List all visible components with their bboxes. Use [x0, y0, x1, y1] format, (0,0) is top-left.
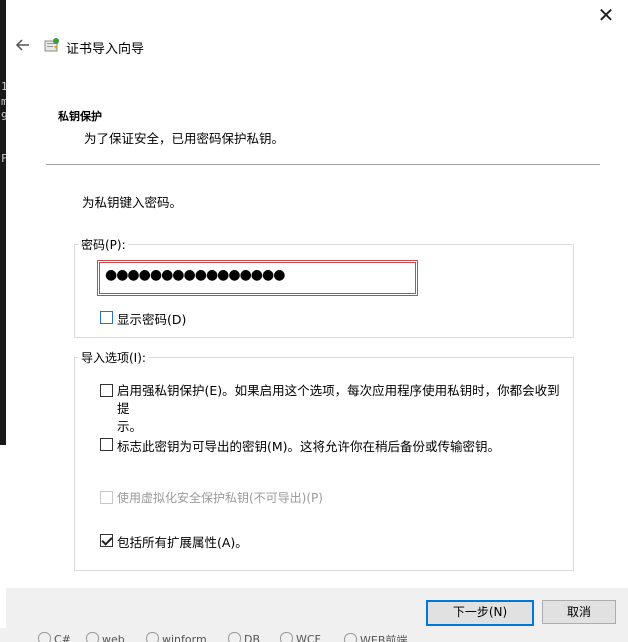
cancel-button[interactable]: 取消	[542, 600, 616, 624]
checkbox-label: 显示密码(D)	[117, 312, 187, 327]
background-options-bar: C# web winform DB WCF WEB前端	[0, 628, 628, 642]
next-button[interactable]: 下一步(N)	[426, 600, 534, 626]
background-option: C#	[38, 632, 71, 642]
strong-key-protection-checkbox[interactable]: 启用强私钥保护(E)。如果启用这个选项，每次应用程序使用私钥时，你都会收到提 示…	[100, 382, 570, 436]
certificate-icon	[43, 37, 61, 53]
password-prompt: 为私钥键入密码。	[82, 195, 183, 210]
checkbox-box[interactable]	[100, 384, 113, 397]
virtualization-security-checkbox: 使用虚拟化安全保护私钥(不可导出)(P)	[100, 489, 323, 506]
password-value: ●●●●●●●●●●●●●●●●	[105, 267, 285, 283]
checkbox-label: 包括所有扩展属性(A)。	[117, 535, 248, 550]
header-divider	[46, 164, 600, 165]
wizard-title: 证书导入向导	[66, 42, 145, 57]
show-password-checkbox[interactable]: 显示密码(D)	[100, 309, 186, 328]
certificate-import-wizard: ✕ 证书导入向导 私钥保护 为了保证安全，已用密码保护私钥。 为私钥键入密码。 …	[6, 0, 628, 628]
close-icon[interactable]: ✕	[596, 5, 616, 26]
password-input[interactable]: ●●●●●●●●●●●●●●●●	[97, 260, 418, 296]
checkbox-box[interactable]	[100, 534, 113, 547]
checkbox-box[interactable]	[100, 438, 113, 451]
checkbox-label-line: 启用强私钥保护(E)。如果启用这个选项，每次应用程序使用私钥时，你都会收到提	[117, 383, 560, 416]
checkbox-box[interactable]	[100, 311, 113, 324]
checkbox-box	[100, 491, 113, 504]
background-option: WEB前端	[344, 632, 407, 642]
back-arrow-icon[interactable]	[14, 36, 32, 54]
checkbox-label: 标志此密钥为可导出的密钥(M)。这将允许你在稍后备份或传输密钥。	[117, 439, 501, 454]
password-group-label: 密码(P):	[79, 236, 128, 253]
background-option: WCF	[280, 632, 321, 642]
wizard-footer	[6, 588, 628, 628]
checkbox-label: 启用强私钥保护(E)。如果启用这个选项，每次应用程序使用私钥时，你都会收到提 示…	[117, 382, 570, 436]
checkbox-label-line: 示。	[117, 419, 143, 434]
import-options-group-label: 导入选项(I):	[79, 349, 148, 366]
section-description: 为了保证安全，已用密码保护私钥。	[84, 131, 285, 146]
checkbox-label: 使用虚拟化安全保护私钥(不可导出)(P)	[117, 491, 323, 505]
include-extended-properties-checkbox[interactable]: 包括所有扩展属性(A)。	[100, 532, 248, 551]
background-option: web	[86, 632, 125, 642]
background-option: DB	[228, 632, 260, 642]
exportable-key-checkbox[interactable]: 标志此密钥为可导出的密钥(M)。这将允许你在稍后备份或传输密钥。	[100, 436, 500, 455]
section-title: 私钥保护	[58, 110, 102, 123]
background-option: winform	[146, 632, 207, 642]
